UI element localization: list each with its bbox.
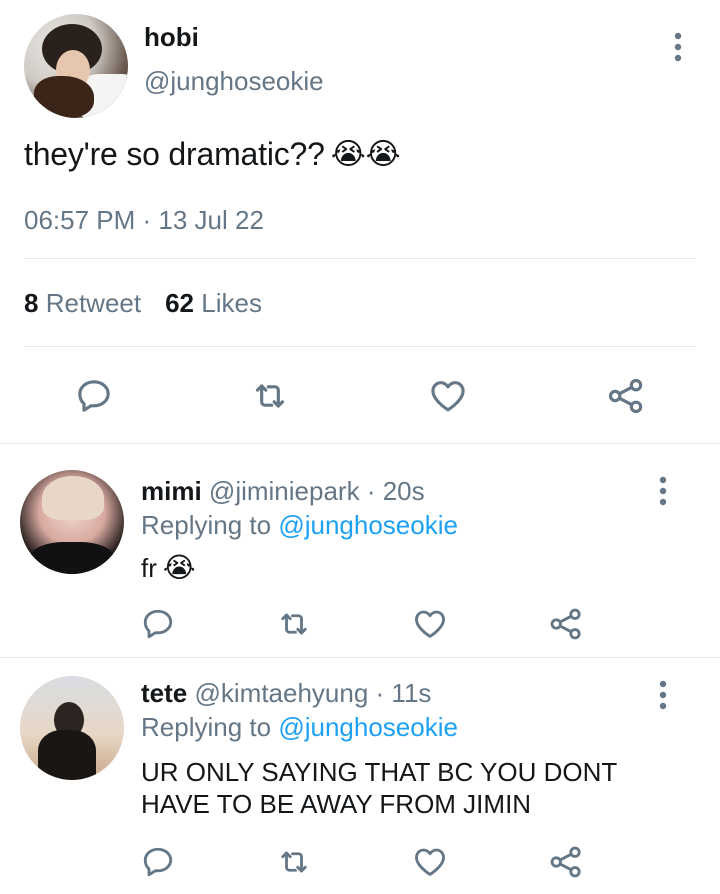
more-vertical-icon[interactable] [655,680,671,710]
tweet-text-content: they're so dramatic?? [24,136,325,172]
reply-icon[interactable] [140,606,176,642]
crying-emoji: 😭 [330,137,366,171]
share-icon[interactable] [548,844,584,880]
reply-header: mimi @jiminiepark · 20s [141,476,425,507]
reply-header: tete @kimtaehyung · 11s [141,678,431,709]
main-tweet: hobi @junghoseokie they're so dramatic??… [0,0,720,443]
retweet-icon[interactable] [276,844,312,880]
reply-icon[interactable] [74,376,114,416]
tweet-stats: 8 Retweet 62 Likes [24,288,262,319]
likes-count: 62 [165,288,195,318]
reply-text: UR ONLY SAYING THAT BC YOU DONT HAVE TO … [141,756,617,820]
author-name[interactable]: tete [141,678,187,708]
author-handle[interactable]: @jiminiepark [209,476,360,506]
tweet-age: · 11s [375,678,432,708]
heart-icon[interactable] [412,844,448,880]
author-name[interactable]: mimi [141,476,202,506]
share-icon[interactable] [606,376,646,416]
retweet-stat[interactable]: 8 Retweet [24,288,141,319]
retweet-count: 8 [24,288,39,318]
share-icon[interactable] [548,606,584,642]
author-handle[interactable]: @junghoseokie [144,66,324,97]
reply-actions [0,606,720,646]
reply-tweet[interactable]: mimi @jiminiepark · 20s Replying to @jun… [0,444,720,657]
retweet-icon[interactable] [250,376,290,416]
tweet-timestamp: 06:57 PM · 13 Jul 22 [24,205,264,235]
reply-tweet[interactable]: tete @kimtaehyung · 11s Replying to @jun… [0,658,720,894]
replying-label: Replying to [141,510,272,540]
avatar[interactable] [20,676,124,780]
retweet-icon[interactable] [276,606,312,642]
likes-label: Likes [201,288,262,318]
reply-icon[interactable] [140,844,176,880]
crying-emoji: 😭 [365,137,401,171]
avatar[interactable] [20,470,124,574]
replying-to-link[interactable]: @junghoseokie [278,510,458,540]
avatar[interactable] [24,14,128,118]
divider [24,258,696,259]
replying-to: Replying to @junghoseokie [141,510,458,541]
heart-icon[interactable] [428,376,468,416]
author-name[interactable]: hobi [144,22,199,53]
replying-to-link[interactable]: @junghoseokie [278,712,458,742]
replying-label: Replying to [141,712,272,742]
reply-text: fr 😭 [141,552,196,584]
reply-text-line: UR ONLY SAYING THAT BC YOU DONT [141,757,618,787]
reply-text-content: fr [141,553,157,583]
reply-actions [0,844,720,884]
more-vertical-icon[interactable] [670,32,686,62]
more-vertical-icon[interactable] [655,476,671,506]
crying-emoji: 😭 [162,552,196,583]
heart-icon[interactable] [412,606,448,642]
author-handle[interactable]: @kimtaehyung [194,678,368,708]
tweet-actions [0,370,720,420]
reply-text-line: HAVE TO BE AWAY FROM JIMIN [141,789,532,819]
tweet-age: · 20s [366,476,425,506]
replying-to: Replying to @junghoseokie [141,712,458,743]
retweet-label: Retweet [45,288,142,318]
tweet-text: they're so dramatic?? 😭 😭 [24,136,401,173]
divider [24,346,696,347]
likes-stat[interactable]: 62 Likes [165,288,262,319]
